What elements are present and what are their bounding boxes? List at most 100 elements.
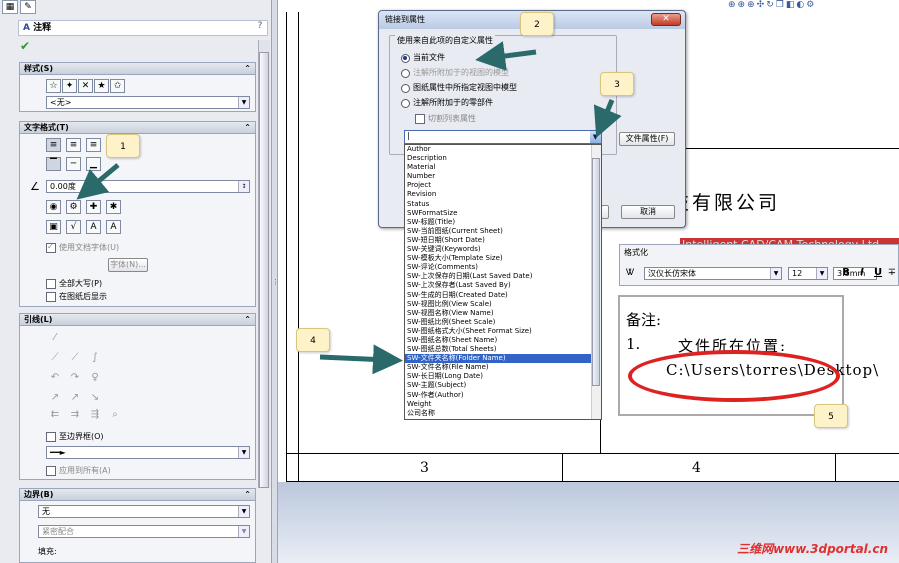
list-item[interactable]: SW-图纸总数(Total Sheets) (405, 345, 601, 354)
feature-manager-tab-icon[interactable]: ▦ (2, 0, 18, 14)
list-item[interactable]: Number (405, 172, 601, 181)
list-item[interactable]: Project (405, 181, 601, 190)
underline-button[interactable]: U (872, 267, 884, 280)
list-item[interactable]: SW-短日期(Short Date) (405, 236, 601, 245)
list-item[interactable]: Status (405, 200, 601, 209)
insert-hyperlink-icon[interactable]: ◉ (46, 200, 61, 214)
view-toolbar[interactable]: ⊕⊕⊕✣↻❐◧◐⚙ (728, 0, 899, 12)
property-combobox[interactable]: | (404, 130, 602, 144)
list-item[interactable]: Weight (405, 400, 601, 409)
radio-sheet-view-model[interactable]: 图纸属性中所指定视图中模型 (401, 83, 517, 93)
leader-left-icon[interactable]: ↶ (48, 372, 62, 384)
property-list[interactable]: Author Description Material Number Project Re… (404, 144, 602, 420)
list-item[interactable]: SW-图纸名称(Sheet Name) (405, 336, 601, 345)
spinner-icon[interactable]: ↕ (238, 181, 249, 192)
list-item[interactable]: Author (405, 145, 601, 154)
delete-style-icon[interactable]: ✕ (78, 79, 93, 93)
view-orient-icon[interactable]: ❐ (776, 0, 786, 10)
list-item[interactable]: Description (405, 154, 601, 163)
no-leader-icon[interactable]: ⁄ (48, 332, 62, 344)
border-style-dropdown[interactable]: 无 ▼ (38, 505, 250, 518)
lock-unlock-icon[interactable]: ✱ (106, 200, 121, 214)
list-item[interactable]: SWFormatSize (405, 209, 601, 218)
list-item[interactable]: Material (405, 163, 601, 172)
list-item[interactable]: 公司名称 (405, 409, 601, 418)
property-manager-tab-icon[interactable]: ✎ (20, 0, 36, 14)
help-icon[interactable]: ? (254, 21, 266, 34)
rotate-icon[interactable]: ↻ (766, 0, 776, 10)
leader-attach-c-icon[interactable]: ⇶ (88, 409, 102, 421)
style-dropdown[interactable]: <无> ▼ (46, 96, 250, 109)
radio-attached-component[interactable]: 注解所附加于的零部件 (401, 98, 493, 108)
list-item[interactable]: SW-当前图纸(Current Sheet) (405, 227, 601, 236)
insert-datum-icon[interactable]: A (86, 220, 101, 234)
valign-middle-icon[interactable]: ─ (66, 157, 81, 171)
font-size-dropdown[interactable]: 12 ▼ (788, 267, 828, 280)
cut-list-checkbox[interactable]: 切割列表属性 (415, 114, 476, 124)
radio-view-model[interactable]: 注解所附加于的视图的模型 (401, 68, 509, 78)
leader-arrow-b-icon[interactable]: ↗ (68, 392, 82, 404)
list-item[interactable]: SW-视图比例(View Scale) (405, 300, 601, 309)
bold-button[interactable]: B (840, 267, 852, 280)
list-scroll-thumb[interactable] (592, 158, 600, 386)
collapse-chevron-icon[interactable]: ⌃ (244, 63, 251, 74)
add-symbol-icon[interactable]: ✚ (86, 200, 101, 214)
border-fit-dropdown[interactable]: 紧密配合 ▼ (38, 525, 250, 538)
save-style-icon[interactable]: ★ (94, 79, 109, 93)
align-right-icon[interactable]: ≡ (86, 138, 101, 152)
styles-header[interactable]: 样式(S) ⌃ (20, 63, 255, 75)
collapse-chevron-icon[interactable]: ⌃ (244, 314, 251, 325)
cancel-button[interactable]: 取消 (621, 205, 675, 219)
apply-style-icon[interactable]: ☆ (46, 79, 61, 93)
valign-top-icon[interactable]: ▔ (46, 157, 61, 171)
leader-right-icon[interactable]: ↷ (68, 372, 82, 384)
list-item[interactable]: SW-上次保存者(Last Saved By) (405, 281, 601, 290)
leader-attach-d-icon[interactable]: ⌕ (108, 409, 122, 421)
collapse-chevron-icon[interactable]: ⌃ (244, 122, 251, 133)
leader-header[interactable]: 引线(L) ⌃ (20, 314, 255, 326)
close-icon[interactable]: ✕ (651, 13, 681, 26)
text-format-header[interactable]: 文字格式(T) ⌃ (20, 122, 255, 134)
panel-scroll-thumb[interactable] (259, 52, 269, 488)
to-border-checkbox[interactable]: 至边界框(O) (46, 432, 104, 442)
insert-surface-finish-icon[interactable]: √ (66, 220, 81, 234)
zoom-in-icon[interactable]: ⊕ (747, 0, 757, 10)
pan-icon[interactable]: ✣ (757, 0, 767, 10)
italic-button[interactable]: I (856, 267, 868, 280)
align-center-icon[interactable]: ≡ (66, 138, 81, 152)
zoom-area-icon[interactable]: ⊕ (738, 0, 748, 10)
list-item[interactable]: SW-文件名称(File Name) (405, 363, 601, 372)
apply-all-checkbox[interactable]: 应用到所有(A) (46, 466, 111, 476)
font-button[interactable]: 字体(N)... (108, 258, 148, 272)
collapse-chevron-icon[interactable]: ⌃ (244, 489, 251, 500)
appearance-icon[interactable]: ◐ (796, 0, 806, 10)
list-item[interactable]: SW-模板大小(Template Size) (405, 254, 601, 263)
font-dropdown[interactable]: 汉仪长仿宋体 ▼ (644, 267, 782, 280)
leader-attach-b-icon[interactable]: ⇉ (68, 409, 82, 421)
leader-bent-icon[interactable]: ⟋ (68, 352, 82, 364)
align-left-icon[interactable]: ≡ (46, 138, 61, 152)
list-item[interactable]: SW-标题(Title) (405, 218, 601, 227)
list-item[interactable]: SW-图纸比例(Sheet Scale) (405, 318, 601, 327)
leader-spline-icon[interactable]: ∫ (88, 352, 102, 364)
valign-bottom-icon[interactable]: ▁ (86, 157, 101, 171)
insert-gtol-icon[interactable]: ▣ (46, 220, 61, 234)
ok-button[interactable] (601, 205, 609, 219)
chevron-down-icon[interactable]: ▼ (590, 131, 601, 143)
leader-straight-icon[interactable]: ⟋ (48, 352, 62, 364)
radio-current-file[interactable]: 当前文件 (401, 53, 445, 63)
all-caps-checkbox[interactable]: 全部大写(P) (46, 279, 102, 289)
leader-arrow-a-icon[interactable]: ↗ (48, 392, 62, 404)
list-item[interactable]: SW-视图名称(View Name) (405, 309, 601, 318)
leader-nearest-icon[interactable]: ♀ (88, 372, 102, 384)
angle-input[interactable]: 0.00度 ↕ (46, 180, 250, 193)
show-on-sheet-checkbox[interactable]: 在图纸后显示 (46, 292, 107, 302)
arrow-style-dropdown[interactable]: ━━► ▼ (46, 446, 250, 459)
list-item[interactable]: SW-生成的日期(Created Date) (405, 291, 601, 300)
list-item[interactable]: SW-文件夹名称(Folder Name) (405, 354, 601, 364)
file-properties-button[interactable]: 文件属性(F) (619, 132, 675, 146)
border-header[interactable]: 边界(B) ⌃ (20, 489, 255, 501)
list-item[interactable]: SW-作者(Author) (405, 391, 601, 400)
leader-attach-a-icon[interactable]: ⇇ (48, 409, 62, 421)
load-style-icon[interactable]: ✩ (110, 79, 125, 93)
